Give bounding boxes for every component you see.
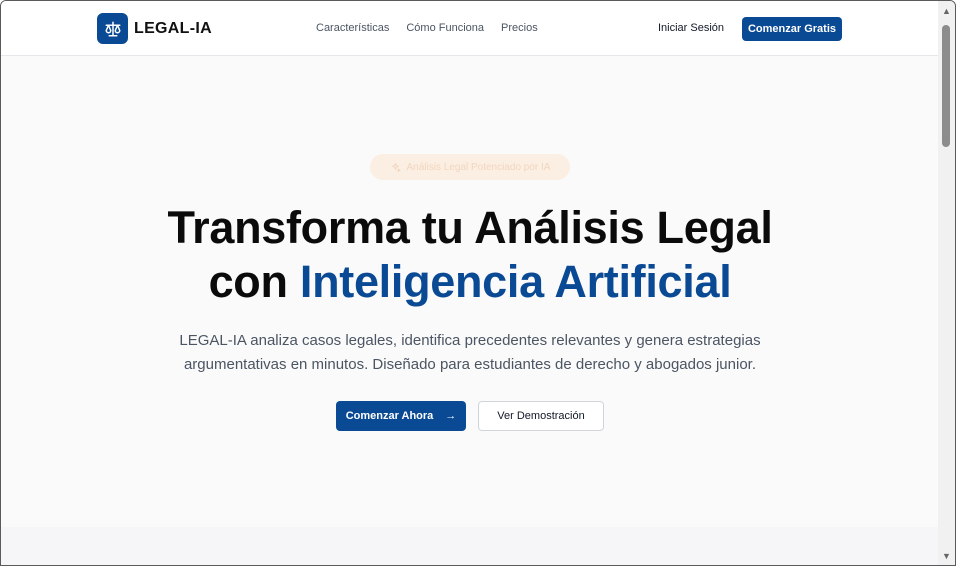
login-link[interactable]: Iniciar Sesión [658, 22, 724, 34]
hero-description-line2: argumentativas en minutos. Diseñado para… [183, 356, 757, 373]
start-now-button[interactable]: Comenzar Ahora → [336, 401, 466, 431]
scale-icon [97, 13, 128, 44]
hero-title-line1: Transforma tu Análisis Legal [167, 202, 773, 253]
hero-title: Transforma tu Análisis Legal con Intelig… [1, 201, 939, 309]
scrollbar-thumb[interactable] [942, 25, 950, 147]
brand-logo[interactable]: LEGAL-IA [97, 13, 212, 44]
top-navbar: LEGAL-IA Características Cómo Funciona P… [1, 1, 939, 56]
hero-section: Análisis Legal Potenciado por IA Transfo… [1, 57, 939, 565]
scroll-up-arrow-icon[interactable]: ▲ [942, 7, 951, 16]
hero-title-prefix: con [208, 256, 288, 307]
vertical-scrollbar[interactable]: ▲ ▼ [938, 1, 955, 565]
hero-badge-text: Análisis Legal Potenciado por IA [406, 161, 551, 173]
brand-name: LEGAL-IA [134, 19, 212, 37]
browser-window: LEGAL-IA Características Cómo Funciona P… [0, 0, 956, 566]
hero-description: LEGAL-IA analiza casos legales, identifi… [1, 329, 939, 377]
arrow-right-icon: → [445, 410, 457, 422]
view-demo-button[interactable]: Ver Demostración [478, 401, 604, 431]
hero-title-accent: Inteligencia Artificial [299, 256, 732, 307]
start-free-button[interactable]: Comenzar Gratis [742, 17, 842, 41]
hero-badge: Análisis Legal Potenciado por IA [370, 154, 570, 180]
hero-description-line1: LEGAL-IA analiza casos legales, identifi… [179, 332, 761, 349]
sparkles-icon [391, 162, 401, 172]
nav-link-como-funciona[interactable]: Cómo Funciona [406, 22, 484, 34]
nav-link-precios[interactable]: Precios [501, 22, 538, 34]
start-now-label: Comenzar Ahora [345, 410, 434, 422]
nav-link-caracteristicas[interactable]: Características [316, 22, 389, 34]
nav-links: Características Cómo Funciona Precios [316, 22, 538, 34]
next-section-preview [1, 527, 939, 565]
scroll-down-arrow-icon[interactable]: ▼ [942, 552, 951, 561]
